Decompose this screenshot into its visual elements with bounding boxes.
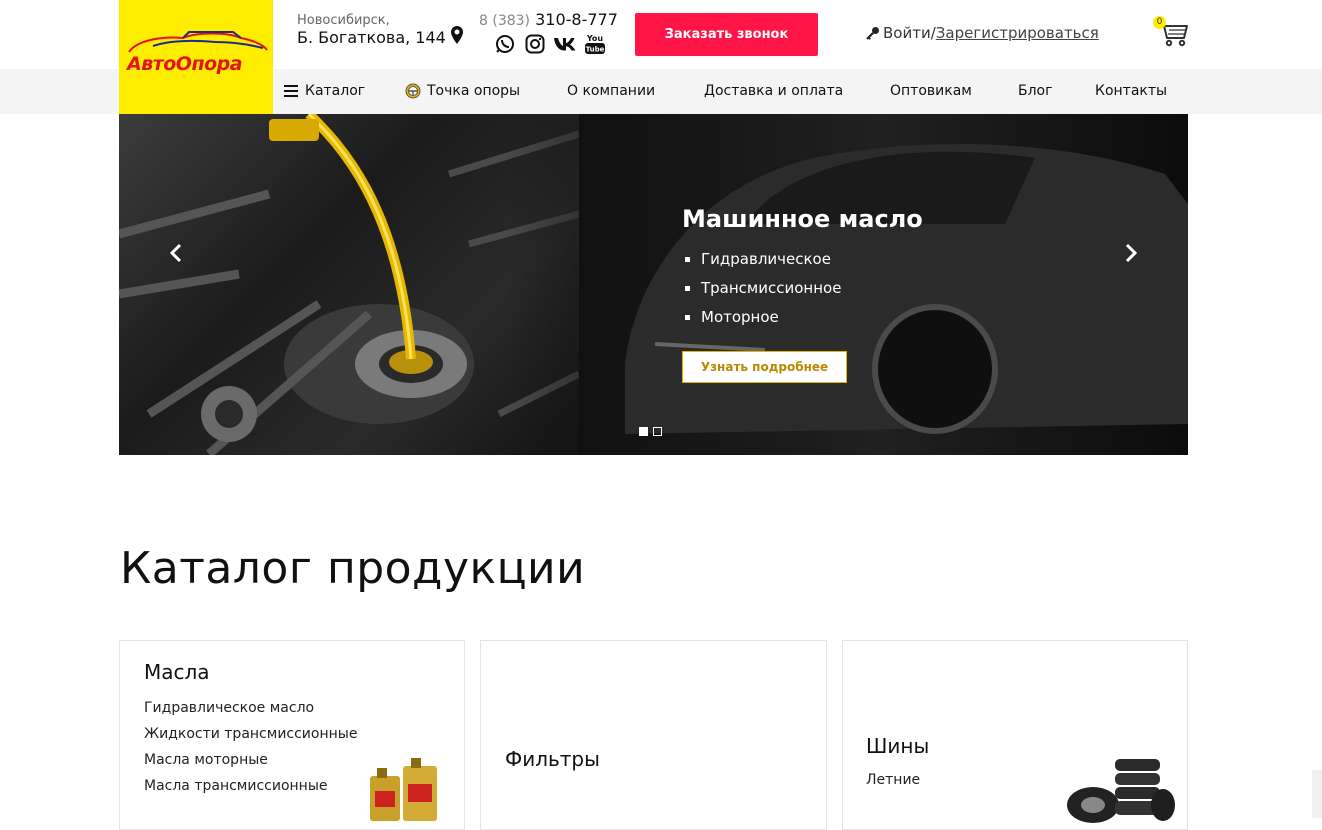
phone[interactable]: 8 (383) 310-8-777 [479, 10, 618, 29]
instagram-icon[interactable] [524, 33, 546, 55]
nav-label: Точка опоры [427, 83, 521, 99]
register-link[interactable]: Зарегистрироваться [936, 24, 1099, 42]
hero-title: Машинное масло [682, 205, 923, 233]
hero-bullet: Гидравлическое [682, 248, 841, 277]
logo[interactable]: АвтоОпора [119, 0, 273, 114]
nav-label: О компании [567, 83, 656, 99]
slider-prev-arrow[interactable] [164, 239, 188, 267]
card-links: Летние [866, 773, 1016, 799]
steering-wheel-icon [405, 83, 421, 99]
oil-canister-image [370, 758, 437, 821]
menu-icon [284, 85, 298, 97]
card-link[interactable]: Летние [866, 773, 1016, 788]
login-link[interactable]: Войти [883, 24, 931, 42]
slider-dots [639, 427, 662, 436]
nav-label: Блог [1018, 83, 1053, 99]
card-link[interactable]: Жидкости трансмиссионные [144, 727, 364, 742]
nav-contacts[interactable]: Контакты [1095, 83, 1167, 99]
map-pin-icon[interactable] [451, 26, 463, 44]
tires-image [1067, 759, 1175, 823]
nav-blog[interactable]: Блог [1018, 83, 1052, 99]
address-city: Новосибирск, [297, 13, 390, 28]
address-street: Б. Богаткова, 144 [297, 28, 446, 47]
nav-label: Доставка и оплата [704, 83, 844, 99]
nav-label: Контакты [1095, 83, 1168, 99]
slider-dot[interactable] [653, 427, 662, 436]
card-link[interactable]: Гидравлическое масло [144, 701, 364, 716]
chevron-right-icon [1125, 243, 1137, 263]
vk-icon[interactable] [554, 33, 576, 55]
phone-code: 8 (383) [479, 13, 531, 29]
callback-button[interactable]: Заказать звонок [635, 13, 818, 56]
slider-dot-active[interactable] [639, 427, 648, 436]
cart-count-badge: 0 [1153, 16, 1166, 29]
catalog-card-filters[interactable]: Фильтры [480, 640, 827, 830]
nav-catalog[interactable]: Каталог [284, 83, 365, 99]
nav-about[interactable]: О компании [567, 83, 655, 99]
scrollbar[interactable] [1312, 770, 1322, 818]
hero-bullet: Моторное [682, 306, 841, 335]
catalog-card-tires[interactable]: Шины Летние [842, 640, 1188, 830]
youtube-icon[interactable]: You Tube [584, 33, 606, 55]
card-link[interactable]: Масла моторные [144, 753, 364, 768]
learn-more-button[interactable]: Узнать подробнее [682, 351, 847, 383]
nav-label: Оптовикам [890, 83, 972, 99]
card-link[interactable]: Масла трансмиссионные [144, 779, 364, 794]
hero-slider: Машинное масло Гидравлическое Трансмисси… [119, 114, 1188, 455]
hero-bullet: Трансмиссионное [682, 277, 841, 306]
slider-next-arrow[interactable] [1119, 239, 1143, 267]
car-illustration [625, 143, 1188, 434]
card-title: Фильтры [505, 747, 600, 771]
card-links: Гидравлическое масло Жидкости трансмисси… [144, 701, 364, 805]
phone-number: 310-8-777 [535, 10, 618, 29]
cart-button[interactable]: 0 [1153, 16, 1190, 50]
catalog-card-oils[interactable]: Масла Гидравлическое масло Жидкости тран… [119, 640, 465, 830]
key-icon [866, 27, 879, 40]
logo-text: АвтоОпора [127, 53, 243, 75]
viber-icon[interactable] [494, 33, 516, 55]
hero-car-image [505, 114, 1188, 455]
chevron-left-icon [170, 243, 182, 263]
hero-bullets: Гидравлическое Трансмиссионное Моторное [682, 248, 841, 335]
catalog-title: Каталог продукции [120, 543, 586, 594]
card-title: Шины [866, 734, 930, 758]
nav-support-point[interactable]: Точка опоры [405, 83, 520, 99]
card-title: Масла [144, 660, 210, 684]
nav-label: Каталог [305, 83, 366, 99]
social-links: You Tube [494, 33, 606, 57]
svg-text:Tube: Tube [586, 46, 605, 54]
nav-delivery[interactable]: Доставка и оплата [704, 83, 843, 99]
svg-text:You: You [586, 34, 604, 43]
nav-wholesale[interactable]: Оптовикам [890, 83, 972, 99]
site-header: АвтоОпора Новосибирск, Б. Богаткова, 144… [0, 0, 1322, 114]
auth-links: Войти / Зарегистрироваться [866, 24, 1099, 42]
